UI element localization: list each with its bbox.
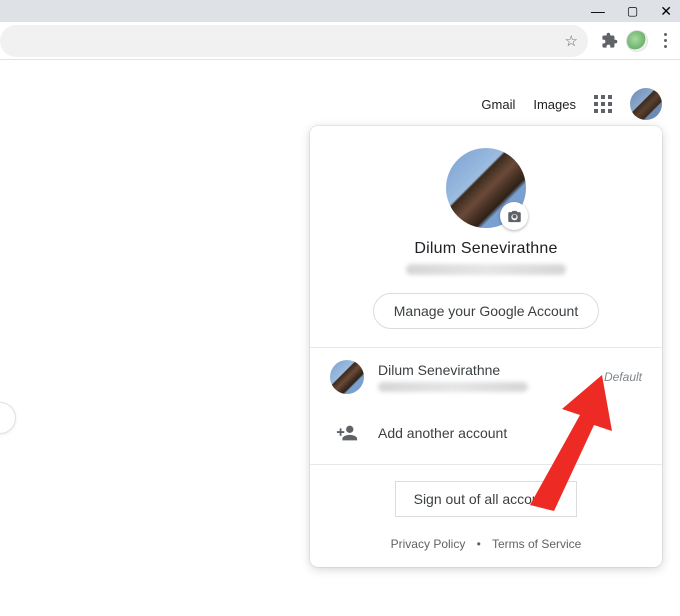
browser-menu-icon[interactable] [656,33,674,48]
default-account-badge: Default [604,370,642,384]
close-icon[interactable]: ✕ [660,3,672,20]
sign-out-button[interactable]: Sign out of all accounts [395,481,578,517]
account-list-item[interactable]: Dilum Senevirathne Default [310,348,662,406]
account-item-email [378,382,528,392]
person-add-icon [330,422,364,444]
minimize-icon[interactable]: — [591,3,605,19]
terms-link[interactable]: Terms of Service [492,537,581,551]
address-bar[interactable]: ☆ [0,25,588,57]
account-item-name: Dilum Senevirathne [378,362,590,378]
footer-separator: • [477,537,481,551]
camera-icon [507,209,522,224]
extensions-icon[interactable] [600,32,618,50]
browser-toolbar: ☆ [0,22,680,60]
avatar-image-small [330,360,364,394]
maximize-icon[interactable]: ▢ [627,4,638,18]
privacy-policy-link[interactable]: Privacy Policy [391,537,466,551]
profile-photo [446,148,526,228]
bookmark-star-icon[interactable]: ☆ [565,32,578,50]
side-action-bubble[interactable] [0,402,16,434]
window-titlebar: — ▢ ✕ [0,0,680,22]
account-display-name: Dilum Senevirathne [330,240,642,258]
manage-account-button[interactable]: Manage your Google Account [373,293,599,329]
add-account-button[interactable]: Add another account [310,406,662,460]
browser-profile-icon[interactable] [626,30,648,52]
add-account-label: Add another account [378,425,507,441]
card-footer: Privacy Policy • Terms of Service [310,531,662,561]
page-content: Gmail Images Dilum Senevirathne Manage y… [0,60,680,616]
google-apps-icon[interactable] [594,95,612,113]
google-nav: Gmail Images [481,88,662,120]
nav-link-gmail[interactable]: Gmail [481,97,515,112]
account-switcher-card: Dilum Senevirathne Manage your Google Ac… [310,126,662,567]
account-avatar[interactable] [630,88,662,120]
nav-link-images[interactable]: Images [533,97,576,112]
account-email [406,264,566,275]
change-photo-button[interactable] [500,202,528,230]
